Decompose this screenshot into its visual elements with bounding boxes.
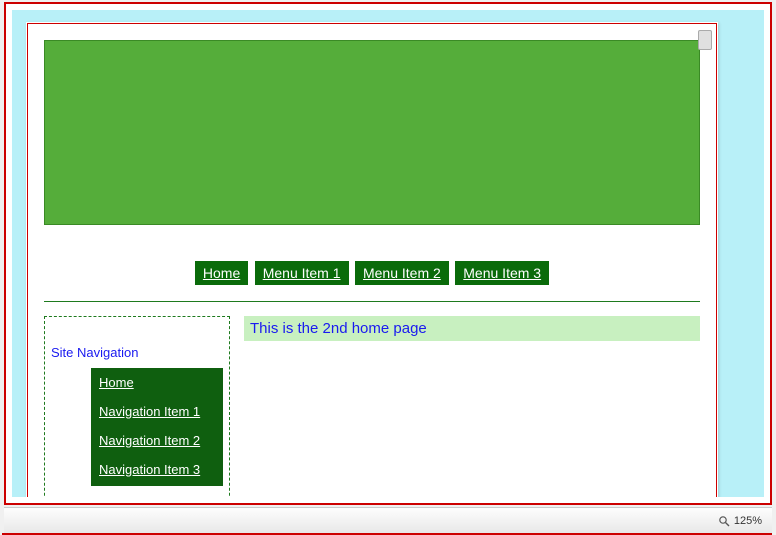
page-selection-outline: Home Menu Item 1 Menu Item 2 Menu Item 3… — [27, 23, 717, 497]
side-nav-list: Home Navigation Item 1 Navigation Item 2… — [91, 368, 223, 486]
top-menu-item-1[interactable]: Menu Item 1 — [255, 261, 349, 285]
status-bar: 125% — [4, 507, 772, 533]
side-nav-item-2[interactable]: Navigation Item 2 — [91, 426, 223, 455]
top-menu-home[interactable]: Home — [195, 261, 248, 285]
designer-outer-frame: Home Menu Item 1 Menu Item 2 Menu Item 3… — [4, 2, 772, 505]
top-menu-item-3[interactable]: Menu Item 3 — [455, 261, 549, 285]
page-surface: Home Menu Item 1 Menu Item 2 Menu Item 3… — [26, 22, 718, 497]
content-row: Site Navigation Home Navigation Item 1 N… — [28, 316, 716, 497]
canvas-background: Home Menu Item 1 Menu Item 2 Menu Item 3… — [12, 10, 764, 497]
page-headline: This is the 2nd home page — [244, 316, 700, 341]
side-nav-panel: Site Navigation Home Navigation Item 1 N… — [44, 316, 230, 497]
main-content: This is the 2nd home page — [244, 316, 700, 497]
side-nav-item-home[interactable]: Home — [91, 368, 223, 397]
side-nav-title: Site Navigation — [51, 325, 223, 368]
side-nav-item-3[interactable]: Navigation Item 3 — [91, 455, 223, 484]
magnifier-icon — [718, 515, 730, 527]
zoom-control[interactable]: 125% — [718, 515, 762, 527]
top-menu-item-2[interactable]: Menu Item 2 — [355, 261, 449, 285]
top-menu: Home Menu Item 1 Menu Item 2 Menu Item 3 — [28, 225, 716, 291]
page-scrollbar-stub[interactable] — [698, 30, 712, 50]
zoom-value: 125% — [734, 515, 762, 527]
header-banner — [44, 40, 700, 225]
divider — [44, 301, 700, 302]
side-nav-item-1[interactable]: Navigation Item 1 — [91, 397, 223, 426]
